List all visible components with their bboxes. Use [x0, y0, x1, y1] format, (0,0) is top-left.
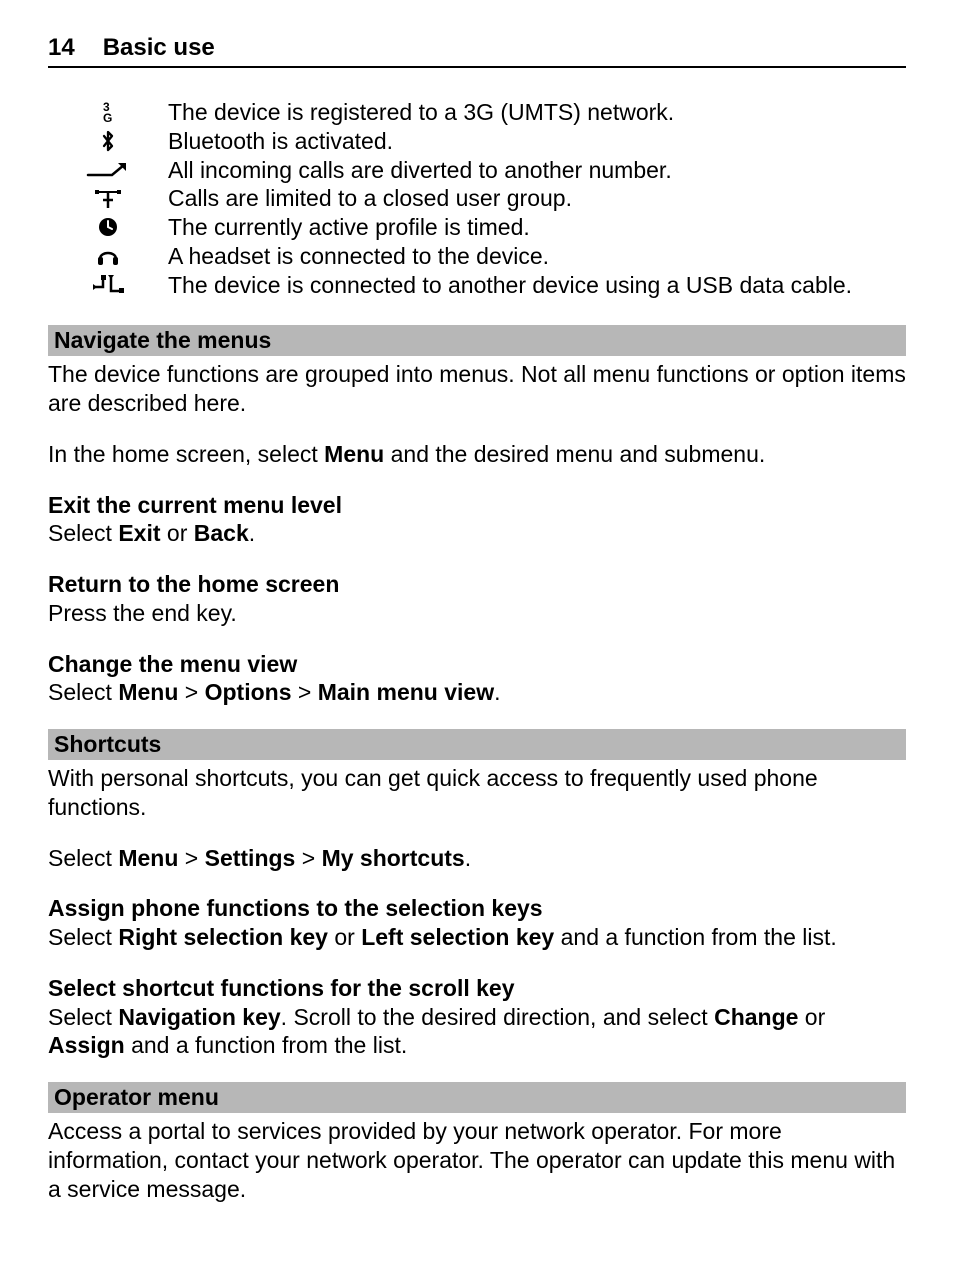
legend-text: The device is registered to a 3G (UMTS) …	[168, 98, 906, 127]
paragraph: In the home screen, select Menu and the …	[48, 440, 906, 469]
paragraph: Access a portal to services provided by …	[48, 1117, 906, 1203]
legend-text: The currently active profile is timed.	[168, 213, 906, 242]
sub-heading-assign: Assign phone functions to the selection …	[48, 894, 906, 923]
ui-term-main-menu-view: Main menu view	[318, 679, 494, 705]
legend-row-headset: A headset is connected to the device.	[48, 242, 906, 271]
paragraph: Select Menu > Settings > My shortcuts.	[48, 844, 906, 873]
section-heading-shortcuts: Shortcuts	[48, 729, 906, 760]
legend-text: A headset is connected to the device.	[168, 242, 906, 271]
page-title: Basic use	[103, 34, 215, 62]
paragraph: Select Right selection key or Left selec…	[48, 923, 906, 952]
paragraph: Select Exit or Back.	[48, 519, 906, 548]
legend-text: Bluetooth is activated.	[168, 127, 906, 156]
legend-text: All incoming calls are diverted to anoth…	[168, 156, 906, 185]
bluetooth-icon	[48, 127, 168, 155]
ui-term-assign: Assign	[48, 1032, 125, 1058]
ui-term-my-shortcuts: My shortcuts	[322, 845, 465, 871]
legend-row-cug: Calls are limited to a closed user group…	[48, 184, 906, 213]
ui-term-right-selection-key: Right selection key	[118, 924, 328, 950]
legend-row-usb: The device is connected to another devic…	[48, 271, 906, 300]
legend-row-3g: 3 G The device is registered to a 3G (UM…	[48, 98, 906, 127]
ui-term-back: Back	[194, 520, 249, 546]
headset-icon	[48, 242, 168, 270]
ui-term-left-selection-key: Left selection key	[361, 924, 554, 950]
indicator-icon-legend: 3 G The device is registered to a 3G (UM…	[48, 98, 906, 299]
timed-profile-icon	[48, 213, 168, 241]
call-divert-icon	[48, 156, 168, 184]
ui-term-change: Change	[714, 1004, 798, 1030]
paragraph: With personal shortcuts, you can get qui…	[48, 764, 906, 822]
legend-row-bluetooth: Bluetooth is activated.	[48, 127, 906, 156]
legend-row-divert: All incoming calls are diverted to anoth…	[48, 156, 906, 185]
page-header: 14 Basic use	[48, 34, 906, 68]
ui-term-settings: Settings	[205, 845, 296, 871]
ui-term-menu: Menu	[324, 441, 384, 467]
ui-term-navigation-key: Navigation key	[118, 1004, 280, 1030]
ui-term-menu: Menu	[118, 679, 178, 705]
sub-heading-scroll: Select shortcut functions for the scroll…	[48, 974, 906, 1003]
sub-heading-change: Change the menu view	[48, 650, 906, 679]
section-heading-navigate: Navigate the menus	[48, 325, 906, 356]
paragraph: Select Menu > Options > Main menu view.	[48, 678, 906, 707]
three-g-icon: 3 G	[48, 98, 168, 126]
manual-page: 14 Basic use 3 G The device is registere…	[0, 0, 954, 1285]
legend-row-timed: The currently active profile is timed.	[48, 213, 906, 242]
closed-user-group-icon	[48, 185, 168, 213]
sub-heading-exit: Exit the current menu level	[48, 491, 906, 520]
legend-text: The device is connected to another devic…	[168, 271, 906, 300]
page-number: 14	[48, 34, 75, 62]
ui-term-options: Options	[205, 679, 292, 705]
svg-text:G: G	[103, 111, 112, 124]
legend-text: Calls are limited to a closed user group…	[168, 184, 906, 213]
ui-term-exit: Exit	[118, 520, 160, 546]
paragraph: The device functions are grouped into me…	[48, 360, 906, 418]
usb-icon	[48, 271, 168, 299]
section-heading-operator: Operator menu	[48, 1082, 906, 1113]
paragraph: Select Navigation key. Scroll to the des…	[48, 1003, 906, 1061]
paragraph: Press the end key.	[48, 599, 906, 628]
sub-heading-return: Return to the home screen	[48, 570, 906, 599]
ui-term-menu: Menu	[118, 845, 178, 871]
